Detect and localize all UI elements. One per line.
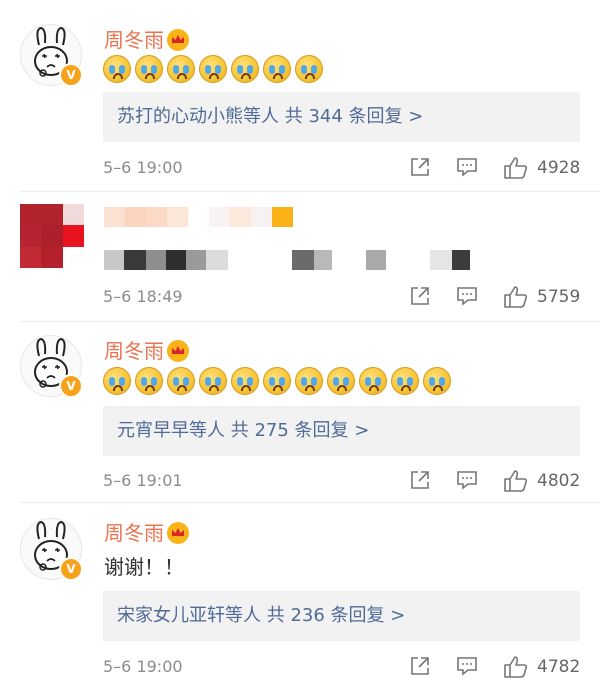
timestamp: 5–6 18:49	[103, 287, 183, 306]
like-count: 4782	[537, 657, 581, 677]
username[interactable]: 周冬雨	[104, 339, 164, 363]
crown-icon	[167, 340, 189, 362]
crying-face-icon	[167, 367, 195, 395]
crying-face-icon	[263, 367, 291, 395]
timestamp: 5–6 19:00	[103, 158, 183, 177]
like-button[interactable]: 4782	[503, 655, 580, 679]
thumbs-up-icon	[504, 470, 528, 492]
reply-summary-box[interactable]: 宋家女儿亚轩等人 共 236 条回复 >	[103, 591, 580, 641]
crying-face-icon	[327, 367, 355, 395]
avatar[interactable]	[20, 204, 84, 268]
reply-summary-link[interactable]: 苏打的心动小熊等人 共 344 条回复 >	[117, 105, 423, 129]
reply-summary-link[interactable]: 元宵早早等人 共 275 条回复 >	[117, 419, 369, 443]
crying-face-icon	[295, 367, 323, 395]
like-count: 4802	[537, 471, 581, 491]
crown-icon	[167, 29, 189, 51]
reply-summary-box[interactable]: 元宵早早等人 共 275 条回复 >	[103, 406, 580, 456]
avatar[interactable]: V	[20, 518, 83, 581]
thumbs-up-icon	[504, 157, 528, 179]
timestamp: 5–6 19:01	[103, 471, 183, 490]
crying-face-icon	[199, 367, 227, 395]
comment-meta: 5–6 19:00 4928	[103, 156, 580, 180]
avatar[interactable]: V	[20, 335, 83, 398]
username[interactable]: 周冬雨	[104, 28, 164, 52]
crying-face-icon	[423, 367, 451, 395]
comment-meta: 5–6 19:00 4782	[103, 655, 580, 679]
crying-face-icon	[231, 367, 259, 395]
crown-icon	[167, 522, 189, 544]
share-icon[interactable]	[409, 655, 431, 679]
crying-face-icon	[359, 367, 387, 395]
crying-face-icon	[103, 55, 131, 83]
emoji-row	[103, 367, 451, 395]
comment-text: 谢谢！！	[104, 555, 184, 579]
share-icon[interactable]	[409, 469, 431, 493]
avatar[interactable]: V	[20, 24, 83, 87]
crying-face-icon	[103, 367, 131, 395]
comment-icon[interactable]	[456, 156, 478, 180]
comment-meta: 5–6 19:01 4802	[103, 469, 580, 493]
crying-face-icon	[199, 55, 227, 83]
username[interactable]: 周冬雨	[104, 521, 164, 545]
like-button[interactable]: 4802	[503, 469, 580, 493]
comment-1: V 周冬雨 苏打的心动小熊等人 共 344 条回复 > 5–6 19:00 49…	[0, 0, 600, 190]
comment-icon[interactable]	[456, 285, 478, 309]
verified-badge-icon: V	[59, 374, 83, 398]
timestamp: 5–6 19:00	[103, 657, 183, 676]
comment-2: 5–6 18:49 5759	[0, 192, 600, 320]
like-button[interactable]: 5759	[503, 285, 580, 309]
reply-summary-link[interactable]: 宋家女儿亚轩等人 共 236 条回复 >	[117, 604, 405, 628]
comment-4: V 周冬雨 谢谢！！ 宋家女儿亚轩等人 共 236 条回复 > 5–6 19:0…	[0, 503, 600, 691]
comment-text-redacted	[104, 250, 470, 270]
reply-summary-box[interactable]: 苏打的心动小熊等人 共 344 条回复 >	[103, 92, 580, 142]
crying-face-icon	[135, 55, 163, 83]
thumbs-up-icon	[504, 286, 528, 308]
comment-icon[interactable]	[456, 469, 478, 493]
comment-3: V 周冬雨 元宵早早等人 共 275 条回复 > 5–6 19:01 4802	[0, 322, 600, 502]
emoji-row	[103, 55, 323, 83]
like-button[interactable]: 4928	[503, 156, 580, 180]
comment-icon[interactable]	[456, 655, 478, 679]
crying-face-icon	[231, 55, 259, 83]
crying-face-icon	[391, 367, 419, 395]
username-redacted	[104, 207, 293, 227]
share-icon[interactable]	[409, 156, 431, 180]
crying-face-icon	[263, 55, 291, 83]
like-count: 4928	[537, 158, 581, 178]
crying-face-icon	[295, 55, 323, 83]
crying-face-icon	[167, 55, 195, 83]
like-count: 5759	[537, 287, 581, 307]
thumbs-up-icon	[504, 656, 528, 678]
share-icon[interactable]	[409, 285, 431, 309]
verified-badge-icon: V	[59, 63, 83, 87]
comment-meta: 5–6 18:49 5759	[103, 285, 580, 309]
crying-face-icon	[135, 367, 163, 395]
verified-badge-icon: V	[59, 557, 83, 581]
